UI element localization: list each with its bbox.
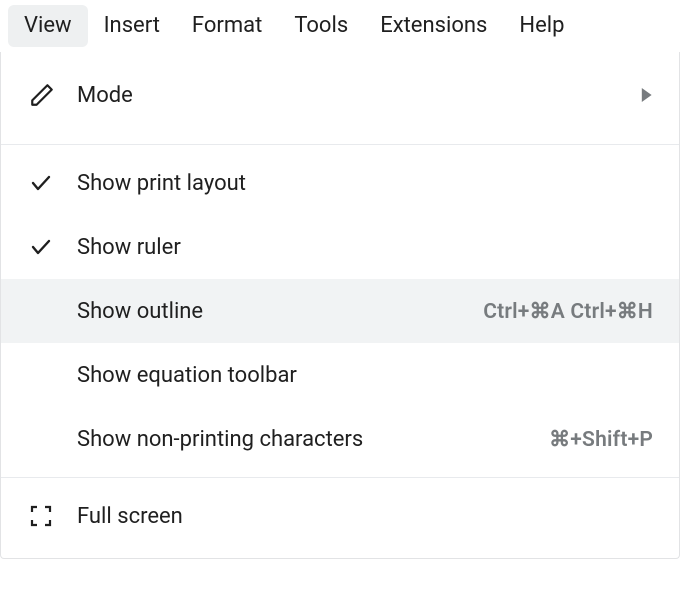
menu-item-label: Show outline [77,299,483,324]
menu-item-label: Full screen [77,504,653,529]
shortcut-label: ⌘+Shift+P [549,427,653,452]
menu-tools[interactable]: Tools [278,5,364,47]
menu-item-mode[interactable]: Mode [1,52,679,138]
menu-extensions[interactable]: Extensions [364,5,503,47]
menu-item-label: Show ruler [77,235,653,260]
menu-item-label: Show equation toolbar [77,363,653,388]
menu-item-label: Mode [77,83,639,108]
check-icon [29,235,77,259]
menu-item-show-equation-toolbar[interactable]: Show equation toolbar [1,343,679,407]
menu-item-label: Show non-printing characters [77,427,549,452]
divider [1,477,679,478]
menu-view[interactable]: View [8,5,88,47]
menu-help[interactable]: Help [503,5,580,47]
menu-item-show-outline[interactable]: Show outline Ctrl+⌘A Ctrl+⌘H [1,279,679,343]
check-icon [29,171,77,195]
menu-item-show-print-layout[interactable]: Show print layout [1,151,679,215]
fullscreen-icon [29,504,77,528]
menu-item-show-ruler[interactable]: Show ruler [1,215,679,279]
menu-insert[interactable]: Insert [88,5,176,47]
menu-item-show-non-printing[interactable]: Show non-printing characters ⌘+Shift+P [1,407,679,471]
shortcut-label: Ctrl+⌘A Ctrl+⌘H [483,299,653,324]
view-dropdown: Mode Show print layout Show ruler Show o… [0,52,680,559]
menu-item-full-screen[interactable]: Full screen [1,484,679,548]
divider [1,144,679,145]
menubar: View Insert Format Tools Extensions Help [0,0,688,52]
pencil-icon [29,82,77,108]
menu-item-label: Show print layout [77,171,653,196]
chevron-right-icon [639,88,653,102]
menu-format[interactable]: Format [176,5,278,47]
